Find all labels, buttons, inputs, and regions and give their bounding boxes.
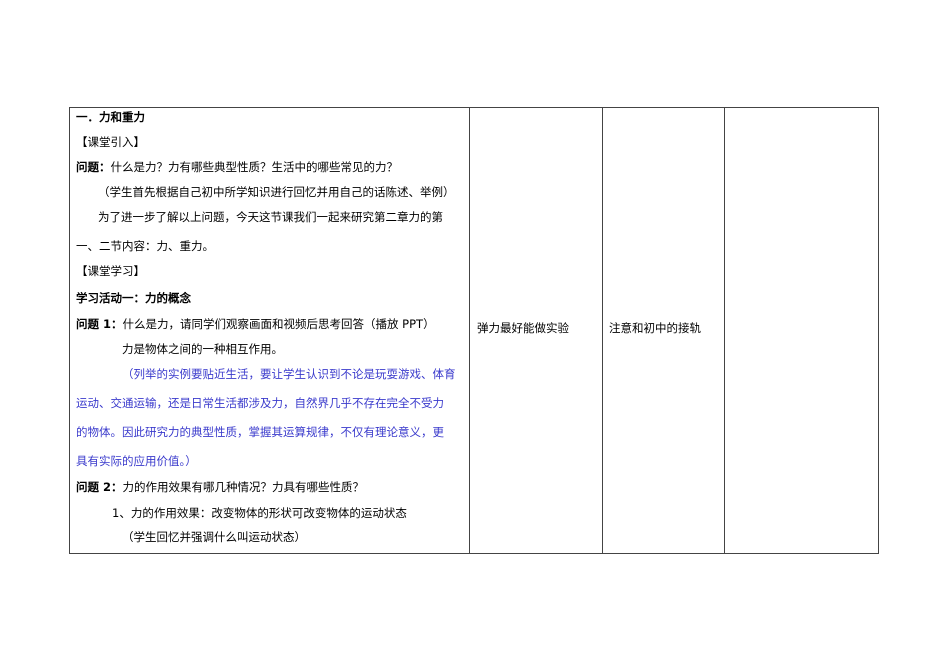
study-tag: 【课堂学习】	[76, 264, 145, 278]
blue-note-line: （列举的实例要贴近生活，要让学生认识到不论是玩耍游戏、体育	[122, 367, 456, 381]
effect-line: 1、力的作用效果：改变物体的形状可改变物体的运动状态	[112, 506, 407, 520]
column-2-note: 弹力最好能做实验	[477, 321, 569, 335]
column-divider	[602, 107, 603, 554]
question-1-label: 问题 1：	[76, 317, 123, 331]
question-1-text: 什么是力，请同学们观察画面和视频后思考回答（播放 PPT）	[122, 317, 435, 331]
activity-heading: 学习活动一：力的概念	[76, 291, 191, 305]
paragraph-line: 为了进一步了解以上问题，今天这节课我们一起来研究第二章力的第	[98, 210, 443, 224]
question-1-line: 问题 1：什么是力，请同学们观察画面和视频后思考回答（播放 PPT）	[76, 317, 435, 331]
question-label: 问题：	[76, 160, 111, 174]
question-2-line: 问题 2：力的作用效果有哪几种情况？力具有哪些性质？	[76, 480, 364, 494]
document-page: 一．力和重力 【课堂引入】 问题：什么是力？力有哪些典型性质？生活中的哪些常见的…	[0, 0, 950, 672]
intro-tag: 【课堂引入】	[76, 135, 145, 149]
note-line: （学生回忆并强调什么叫运动状态）	[122, 530, 306, 544]
blue-note-line: 具有实际的应用价值。）	[76, 454, 197, 468]
question-text: 什么是力？力有哪些典型性质？生活中的哪些常见的力？	[110, 160, 399, 174]
column-divider	[469, 107, 470, 554]
column-3-note: 注意和初中的接轨	[609, 321, 701, 335]
paragraph-line: 一、二节内容：力、重力。	[76, 239, 214, 253]
question-2-label: 问题 2：	[76, 480, 123, 494]
note-line: （学生首先根据自己初中所学知识进行回忆并用自己的话陈述、举例）	[98, 185, 455, 199]
section-heading: 一．力和重力	[76, 110, 145, 124]
question-2-text: 力的作用效果有哪几种情况？力具有哪些性质？	[122, 480, 365, 494]
column-divider	[724, 107, 725, 554]
question-line: 问题：什么是力？力有哪些典型性质？生活中的哪些常见的力？	[76, 160, 398, 174]
blue-note-line: 运动、交通运输，还是日常生活都涉及力，自然界几乎不存在完全不受力	[76, 396, 444, 410]
definition-line: 力是物体之间的一种相互作用。	[122, 342, 283, 356]
blue-note-line: 的物体。因此研究力的典型性质，掌握其运算规律，不仅有理论意义，更	[76, 425, 444, 439]
